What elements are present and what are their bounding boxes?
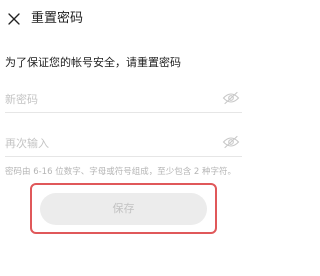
header-bar: 重置密码 xyxy=(0,0,247,38)
confirm-password-input[interactable] xyxy=(5,133,205,153)
close-button[interactable] xyxy=(4,9,24,29)
close-icon xyxy=(8,13,20,25)
confirm-password-field xyxy=(5,130,242,157)
save-button[interactable]: 保存 xyxy=(40,193,207,225)
eye-off-icon[interactable] xyxy=(222,135,240,149)
page-title: 重置密码 xyxy=(31,11,84,26)
new-password-input[interactable] xyxy=(5,89,205,109)
security-notice: 为了保证您的帐号安全，请重置密码 xyxy=(5,56,181,69)
new-password-field xyxy=(5,86,242,113)
password-rule-hint: 密码由 6-16 位数字、字母或符号组成，至少包含 2 种字符。 xyxy=(5,167,237,177)
eye-off-icon[interactable] xyxy=(222,91,240,105)
